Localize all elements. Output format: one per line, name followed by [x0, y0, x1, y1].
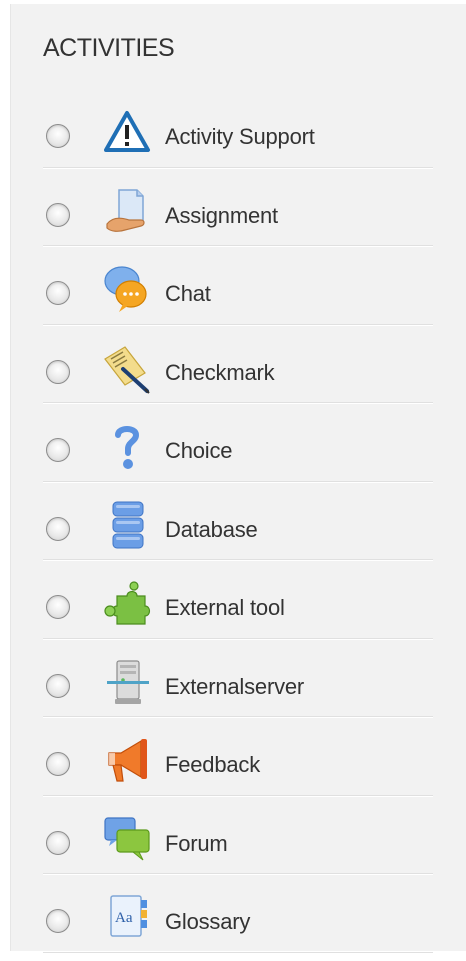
radio-button[interactable] [46, 830, 70, 855]
radio-button[interactable] [46, 752, 70, 776]
activity-label: Assignment [165, 202, 278, 228]
activity-label: Forum [165, 830, 228, 856]
activity-label: Chat [165, 281, 211, 306]
svg-text:Aa: Aa [115, 910, 133, 926]
radio-button[interactable] [46, 909, 70, 933]
activity-option-checkmark[interactable]: Checkmark [11, 333, 466, 412]
activity-option-forum[interactable]: Forum [11, 804, 466, 883]
warning-triangle-icon [101, 107, 153, 159]
activity-option-glossary[interactable]: Aa Glossary [11, 882, 466, 961]
activity-option-choice[interactable]: Choice [11, 411, 466, 490]
chat-bubbles-icon [101, 264, 153, 316]
activities-panel: ACTIVITIES Activity Support Assignment C… [10, 4, 466, 953]
radio-button[interactable] [46, 124, 70, 148]
activity-option-assignment[interactable]: Assignment [11, 176, 466, 255]
activity-label: Feedback [165, 752, 261, 777]
activity-label: External tool [165, 595, 285, 620]
activity-label: Checkmark [165, 359, 275, 385]
activity-option-database[interactable]: Database [11, 490, 466, 569]
megaphone-icon [101, 735, 153, 787]
activity-label: Activity Support [165, 124, 315, 149]
puzzle-piece-icon [101, 578, 153, 630]
section-title: ACTIVITIES [43, 34, 175, 62]
radio-button[interactable] [46, 673, 70, 698]
activity-label: Database [165, 516, 258, 542]
activity-option-externalserver[interactable]: Externalserver [11, 647, 466, 726]
radio-button[interactable] [46, 595, 70, 619]
glossary-book-icon: Aa [101, 892, 153, 944]
radio-button[interactable] [46, 438, 70, 462]
question-mark-icon [101, 421, 153, 473]
server-icon [101, 657, 153, 709]
radio-button[interactable] [46, 359, 70, 384]
activity-option-activity-support[interactable]: Activity Support [11, 97, 466, 176]
activity-label: Choice [165, 438, 233, 463]
radio-button[interactable] [46, 516, 70, 541]
activity-option-external-tool[interactable]: External tool [11, 568, 466, 647]
database-icon [101, 500, 153, 552]
activity-option-chat[interactable]: Chat [11, 254, 466, 333]
assignment-icon [101, 186, 153, 238]
activity-list: Activity Support Assignment Chat Checkma… [11, 97, 466, 961]
activity-label: Glossary [165, 909, 251, 934]
radio-button[interactable] [46, 281, 70, 305]
radio-button[interactable] [46, 202, 70, 227]
forum-bubbles-icon [101, 814, 153, 866]
activity-option-feedback[interactable]: Feedback [11, 725, 466, 804]
activity-label: Externalserver [165, 673, 305, 699]
checkmark-pen-icon [101, 343, 153, 395]
